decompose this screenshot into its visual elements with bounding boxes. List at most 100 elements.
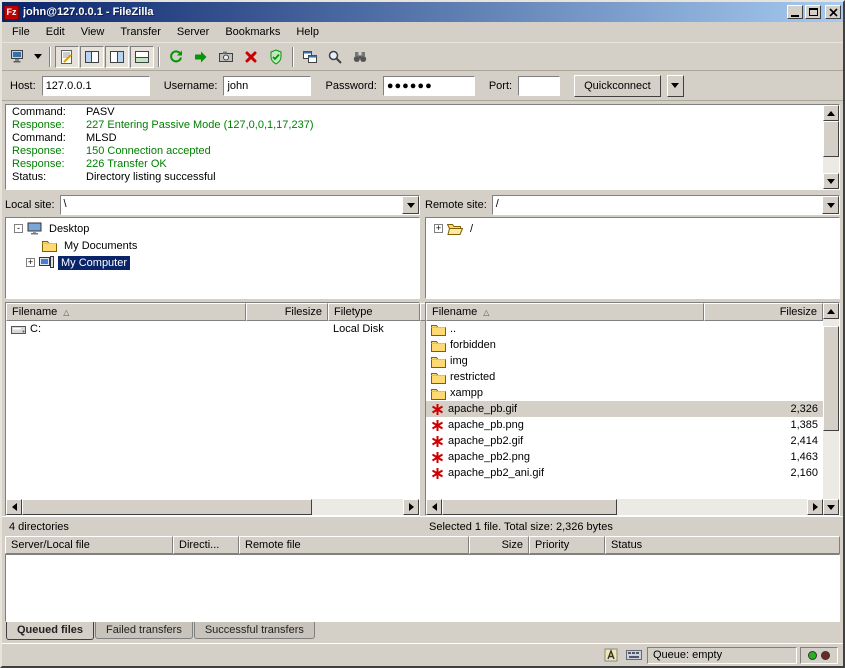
site-manager-dropdown-button[interactable] [31,46,45,68]
scroll-track[interactable] [442,499,807,515]
maximize-button[interactable] [805,5,821,19]
scroll-down-button[interactable] [823,499,839,515]
remote-file-row[interactable]: apache_pb2.png 1,463 [426,449,823,465]
remote-horizontal-scrollbar[interactable] [426,499,823,515]
menu-view[interactable]: View [73,23,113,41]
abort-button[interactable] [239,46,263,68]
remote-file-row[interactable]: apache_pb2.gif 2,414 [426,433,823,449]
scroll-up-button[interactable] [823,105,839,121]
toggle-transfer-queue-button[interactable] [130,46,154,68]
scroll-right-button[interactable] [403,499,419,515]
remote-file-row[interactable]: .. [426,321,823,337]
remote-vertical-scrollbar[interactable] [823,303,839,515]
remote-file-row[interactable]: apache_pb2_ani.gif 2,160 [426,465,823,481]
scroll-track[interactable] [22,499,403,515]
verify-button[interactable] [264,46,288,68]
folder-icon [431,355,446,368]
scroll-down-button[interactable] [823,173,839,189]
remote-file-row[interactable]: xampp [426,385,823,401]
remote-site-combo[interactable]: / [492,195,840,215]
menu-edit[interactable]: Edit [38,23,73,41]
scroll-thumb[interactable] [442,499,617,515]
find-files-button[interactable] [348,46,372,68]
toggle-local-treeview-button[interactable] [80,46,104,68]
search-button[interactable] [323,46,347,68]
toggle-message-log-button[interactable] [55,46,79,68]
menu-bookmarks[interactable]: Bookmarks [217,23,288,41]
site-manager-dropdown-icon [34,54,42,59]
minimize-button[interactable] [787,5,803,19]
arrow-up-icon [827,111,835,116]
menu-file[interactable]: File [4,23,38,41]
local-file-row[interactable]: C: Local Disk [6,321,419,337]
site-manager-button[interactable] [6,46,30,68]
username-input[interactable] [223,76,311,96]
column-header-filename[interactable]: Filename△ [6,303,246,321]
column-header-server-local-file[interactable]: Server/Local file [5,536,173,554]
column-header-filename[interactable]: Filename△ [426,303,704,321]
filezilla-logo-icon: Fz [4,5,19,20]
quickconnect-button[interactable]: Quickconnect [574,75,661,97]
preview-button[interactable] [214,46,238,68]
tree-item-my-computer[interactable]: + My Computer [6,254,419,271]
statusbar: Queue: empty [2,643,843,666]
scroll-right-button[interactable] [807,499,823,515]
log-vertical-scrollbar[interactable] [823,105,839,189]
queue-header: Server/Local file Directi... Remote file… [5,536,840,554]
arrow-right-icon [409,503,414,511]
remote-file-row[interactable]: apache_pb.png 1,385 [426,417,823,433]
local-site-combo[interactable]: \ [60,195,420,215]
tab-queued-files[interactable]: Queued files [6,622,94,640]
port-input[interactable] [518,76,560,96]
column-header-remote-file[interactable]: Remote file [239,536,469,554]
queue-list-area[interactable] [5,554,840,622]
tab-failed-transfers[interactable]: Failed transfers [95,622,193,639]
process-queue-button[interactable] [189,46,213,68]
remote-file-row[interactable]: restricted [426,369,823,385]
scroll-up-button[interactable] [823,303,839,319]
menubar: File Edit View Transfer Server Bookmarks… [2,22,843,43]
toggle-remote-treeview-button[interactable] [105,46,129,68]
titlebar[interactable]: Fz john@127.0.0.1 - FileZilla [2,2,843,22]
collapse-box-icon[interactable]: - [14,224,23,233]
remote-site-dropdown-button[interactable] [822,196,839,214]
scroll-track[interactable] [823,121,839,173]
host-input[interactable] [42,76,150,96]
transfer-type-indicator[interactable] [601,647,621,663]
scroll-thumb[interactable] [823,326,839,430]
tree-item-desktop[interactable]: - Desktop [6,220,419,237]
column-header-direction[interactable]: Directi... [173,536,239,554]
refresh-button[interactable] [164,46,188,68]
column-header-status[interactable]: Status [605,536,840,554]
scroll-thumb[interactable] [823,121,839,157]
scroll-thumb[interactable] [22,499,312,515]
column-header-filesize[interactable]: Filesize [246,303,328,321]
menu-transfer[interactable]: Transfer [112,23,169,41]
expand-box-icon[interactable]: + [26,258,35,267]
column-header-priority[interactable]: Priority [529,536,605,554]
local-horizontal-scrollbar[interactable] [6,499,419,515]
local-site-dropdown-button[interactable] [402,196,419,214]
tree-item-my-documents[interactable]: My Documents [6,237,419,254]
column-header-filetype[interactable]: Filetype [328,303,420,321]
password-input[interactable] [383,76,475,96]
compare-button[interactable] [298,46,322,68]
scroll-left-button[interactable] [426,499,442,515]
scroll-track[interactable] [823,319,839,499]
remote-file-row[interactable]: img [426,353,823,369]
close-button[interactable] [825,5,841,19]
column-header-size[interactable]: Size [469,536,529,554]
tab-successful-transfers[interactable]: Successful transfers [194,622,315,639]
toolbar-separator [292,47,294,67]
column-header-filesize[interactable]: Filesize [704,303,823,321]
remote-file-row-selected[interactable]: apache_pb.gif 2,326 [426,401,823,417]
scroll-left-button[interactable] [6,499,22,515]
remote-file-row[interactable]: forbidden [426,337,823,353]
menu-server[interactable]: Server [169,23,217,41]
tree-item-root[interactable]: + / [426,220,839,237]
quickconnect-dropdown-button[interactable] [667,75,684,97]
expand-box-icon[interactable]: + [434,224,443,233]
filezilla-window: Fz john@127.0.0.1 - FileZilla File Edit … [0,0,845,668]
speed-limit-indicator[interactable] [624,647,644,663]
menu-help[interactable]: Help [288,23,327,41]
